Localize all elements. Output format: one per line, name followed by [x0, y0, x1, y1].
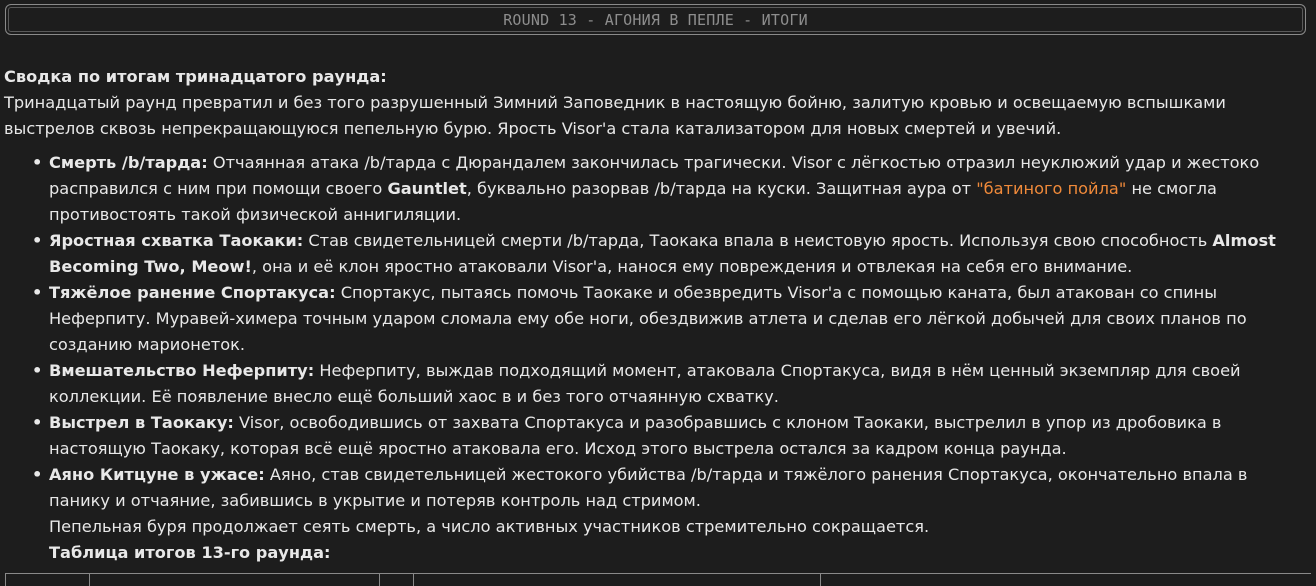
event-title: Аяно Китцуне в ужасе:: [49, 465, 265, 484]
events-list: • Смерть /b/тарда: Отчаянная атака /b/та…: [4, 150, 1312, 514]
summary-heading: Сводка по итогам тринадцатого раунда:: [4, 67, 387, 86]
event-text: , буквально разорвав /b/тарда на куски. …: [466, 179, 977, 198]
table-title: Таблица итогов 13-го раунда:: [49, 543, 331, 562]
event-text: , она и её клон яростно атаковали Visor'…: [251, 257, 1133, 276]
event-title: Вмешательство Неферпиту:: [49, 361, 315, 380]
bullet-icon: •: [32, 465, 43, 484]
event-highlight: "батиного пойла": [976, 179, 1127, 198]
table-column-border: [379, 574, 380, 586]
list-item: • Смерть /b/тарда: Отчаянная атака /b/та…: [32, 150, 1312, 228]
event-text: Став свидетельницей смерти /b/тарда, Тао…: [303, 231, 1213, 250]
event-bold: Gauntlet: [387, 179, 467, 198]
table-column-border: [89, 574, 90, 586]
table-column-border: [820, 574, 821, 586]
bullet-icon: •: [32, 231, 43, 250]
list-item: • Яростная схватка Таокаки: Став свидете…: [32, 228, 1312, 280]
bullet-icon: •: [32, 361, 43, 380]
round-header: ROUND 13 - АГОНИЯ В ПЕПЛЕ - ИТОГИ: [5, 4, 1306, 35]
summary-intro: Тринадцатый раунд превратил и без того р…: [4, 93, 1226, 138]
list-item: • Выстрел в Таокаку: Visor, освободившис…: [32, 410, 1312, 462]
table-column-border: [5, 574, 6, 586]
event-title: Тяжёлое ранение Спортакуса:: [49, 283, 336, 302]
round-title: ROUND 13 - АГОНИЯ В ПЕПЛЕ - ИТОГИ: [503, 10, 808, 29]
summary-paragraph: Сводка по итогам тринадцатого раунда: Тр…: [4, 64, 1312, 142]
bullet-icon: •: [32, 153, 43, 172]
list-item: • Тяжёлое ранение Спортакуса: Спортакус,…: [32, 280, 1312, 358]
list-item: • Аяно Китцуне в ужасе: Аяно, став свиде…: [32, 462, 1312, 514]
bullet-icon: •: [32, 413, 43, 432]
event-title: Смерть /b/тарда:: [49, 153, 208, 172]
round-summary: Сводка по итогам тринадцатого раунда: Тр…: [4, 64, 1312, 566]
bullet-icon: •: [32, 283, 43, 302]
closing-text: Пепельная буря продолжает сеять смерть, …: [49, 517, 930, 536]
results-table: [5, 573, 1311, 586]
event-title: Выстрел в Таокаку:: [49, 413, 234, 432]
table-column-border: [413, 574, 414, 586]
event-title: Яростная схватка Таокаки:: [49, 231, 304, 250]
list-item: • Вмешательство Неферпиту: Неферпиту, вы…: [32, 358, 1312, 410]
